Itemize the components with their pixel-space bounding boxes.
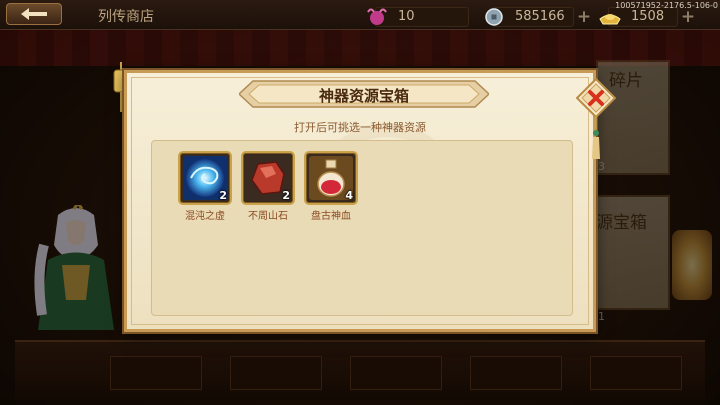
resource-gold: 1508 + bbox=[599, 7, 695, 27]
resource-silver-value: 585166 bbox=[515, 9, 565, 24]
top-bar: 列传商店 10 585166 + 1508 + 100571952-2176.5… bbox=[0, 0, 720, 30]
item-frame[interactable]: 2 bbox=[178, 151, 232, 205]
tassel-icon bbox=[592, 115, 600, 159]
item-option[interactable]: 2 混沌之虚 bbox=[178, 151, 232, 222]
item-count: 2 bbox=[282, 189, 290, 202]
item-name: 盘古神血 bbox=[311, 211, 351, 222]
item-count: 2 bbox=[219, 189, 227, 202]
resource-pet-ticket: 10 bbox=[367, 7, 469, 27]
add-silver-button[interactable]: + bbox=[575, 8, 593, 26]
close-button[interactable] bbox=[575, 77, 617, 119]
item-name: 混沌之虚 bbox=[185, 211, 225, 222]
resource-gold-value: 1508 bbox=[631, 9, 665, 24]
item-name: 不周山石 bbox=[248, 211, 288, 222]
title-ribbon: 神器资源宝箱 bbox=[239, 77, 489, 111]
item-option[interactable]: 4 盘古神血 bbox=[304, 151, 358, 222]
add-gold-button[interactable]: + bbox=[679, 8, 697, 26]
item-frame[interactable]: 4 bbox=[304, 151, 358, 205]
resource-silver: 585166 + bbox=[485, 7, 591, 27]
item-count: 4 bbox=[345, 189, 353, 202]
resource-pet-ticket-value: 10 bbox=[398, 9, 415, 24]
item-option[interactable]: 2 不周山石 bbox=[241, 151, 295, 222]
coin-icon bbox=[485, 8, 503, 26]
item-choices-panel: 2 混沌之虚 2 不周山石 4 盘古神血 bbox=[151, 140, 573, 316]
shop-title: 列传商店 bbox=[98, 9, 154, 25]
close-x-icon bbox=[575, 77, 617, 119]
item-frame[interactable]: 2 bbox=[241, 151, 295, 205]
artifact-chest-dialog: 神器资源宝箱 打开后可挑选一种神器资源 2 混沌之虚 2 不周山石 4 盘古神血 bbox=[124, 70, 596, 332]
dialog-title: 神器资源宝箱 bbox=[318, 87, 409, 105]
build-id: 100571952-2176.5-106-0 bbox=[615, 1, 718, 10]
crab-ticket-icon bbox=[367, 8, 387, 25]
back-arrow-icon bbox=[21, 8, 47, 20]
back-button[interactable] bbox=[6, 3, 62, 25]
dialog-subtitle: 打开后可挑选一种神器资源 bbox=[294, 121, 426, 134]
